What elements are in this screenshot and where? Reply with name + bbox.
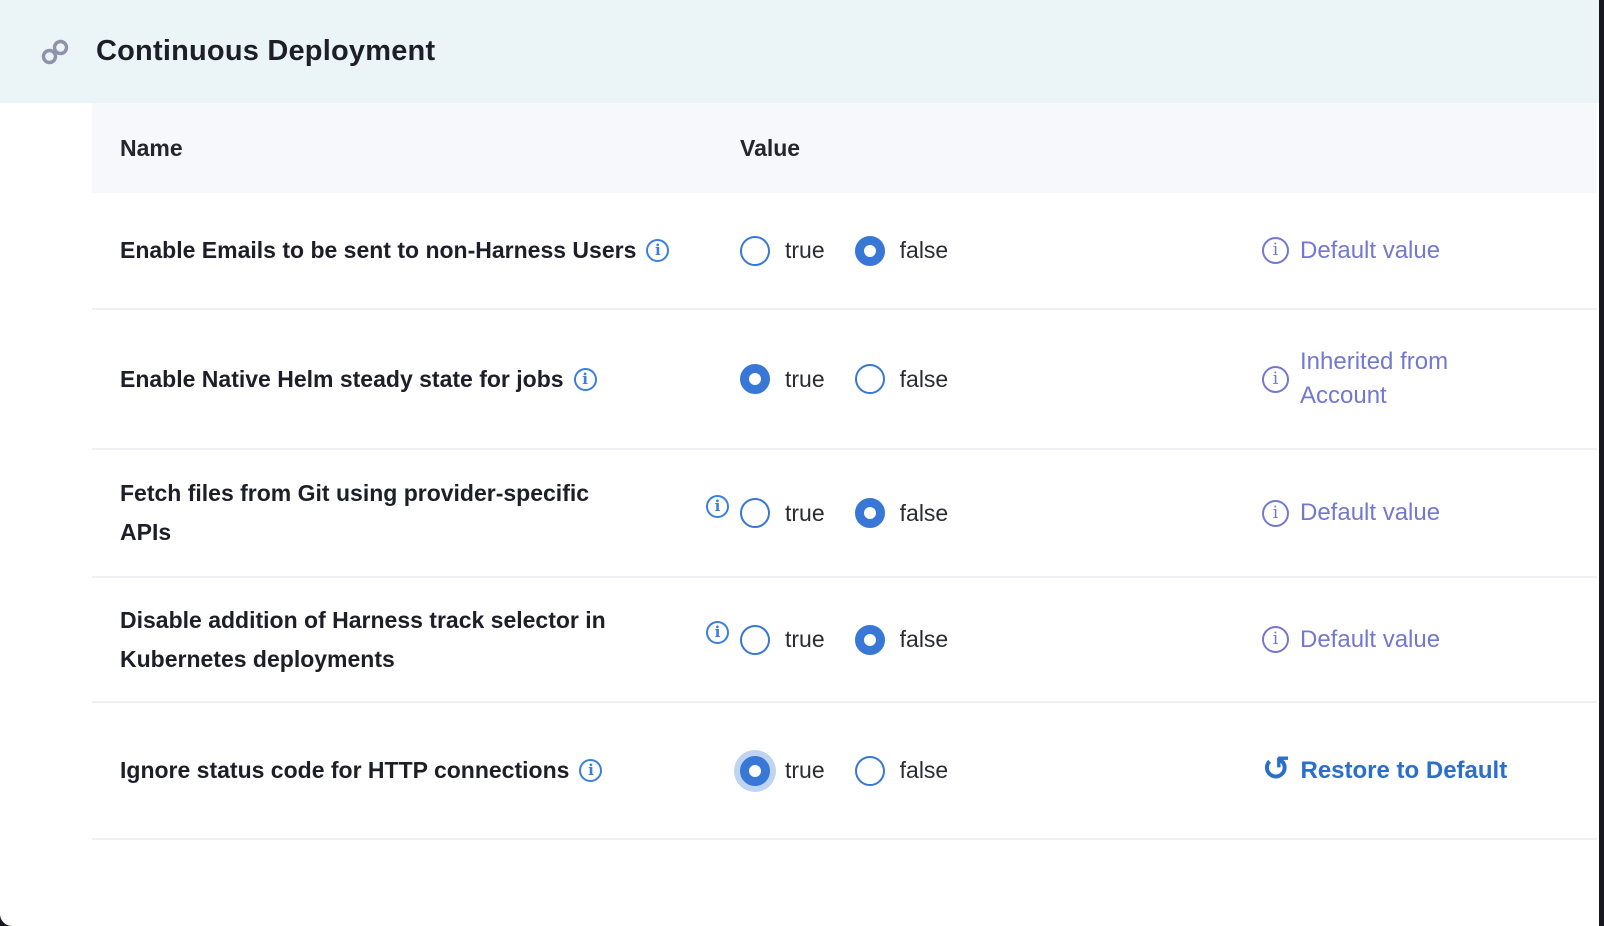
status-badge: i Inherited from Account	[1262, 345, 1495, 413]
radio-label-false: false	[900, 500, 949, 527]
screen: Continuous Deployment Name Value Enable …	[0, 0, 1604, 926]
status-label: Default value	[1300, 496, 1440, 530]
radio-true-selected[interactable]	[740, 364, 770, 394]
info-icon[interactable]: i	[574, 368, 597, 391]
setting-name-cell: Enable Native Helm steady state for jobs…	[120, 360, 698, 399]
setting-status-cell: i Default value	[1168, 496, 1597, 530]
radio-label-true: true	[785, 366, 825, 393]
radio-label-false: false	[900, 237, 949, 264]
radio-true[interactable]	[740, 625, 770, 655]
info-icon[interactable]: i	[706, 621, 729, 644]
setting-value-cell: i true false	[698, 498, 1168, 528]
status-label: Default value	[1300, 234, 1440, 268]
info-icon[interactable]: i	[1262, 626, 1289, 653]
column-header-value-cell: Value	[698, 135, 1168, 162]
radio-label-true: true	[785, 237, 825, 264]
settings-table: Name Value Enable Emails to be sent to n…	[92, 103, 1597, 840]
setting-value-cell: true false	[698, 236, 1168, 266]
radio-label-false: false	[900, 757, 949, 784]
radio-label-true: true	[785, 757, 825, 784]
info-icon[interactable]: i	[646, 239, 669, 262]
setting-name-cell: Fetch files from Git using provider-spec…	[120, 474, 698, 552]
radio-label-false: false	[900, 366, 949, 393]
radio-true[interactable]	[740, 498, 770, 528]
info-icon[interactable]: i	[706, 495, 729, 518]
setting-row: Enable Native Helm steady state for jobs…	[92, 310, 1597, 450]
status-badge: i Default value	[1262, 496, 1440, 530]
setting-name-cell: Enable Emails to be sent to non-Harness …	[120, 231, 698, 270]
radio-group: true false	[740, 236, 948, 266]
status-badge: i Default value	[1262, 234, 1440, 268]
radio-group: true false	[740, 364, 948, 394]
info-icon[interactable]: i	[579, 759, 602, 782]
status-label: Inherited from Account	[1300, 345, 1495, 413]
radio-true-selected[interactable]	[740, 756, 770, 786]
radio-false[interactable]	[855, 364, 885, 394]
setting-row: Disable addition of Harness track select…	[92, 578, 1597, 703]
radio-option-true[interactable]: true	[740, 625, 825, 655]
radio-false[interactable]	[855, 756, 885, 786]
status-label: Default value	[1300, 623, 1440, 657]
radio-false-selected[interactable]	[855, 625, 885, 655]
section-header: Continuous Deployment	[0, 0, 1599, 103]
link-icon[interactable]	[40, 37, 70, 67]
setting-value-cell: true false	[698, 364, 1168, 394]
radio-option-false[interactable]: false	[855, 625, 949, 655]
setting-name: Disable addition of Harness track select…	[120, 601, 606, 679]
status-badge: i Default value	[1262, 623, 1440, 657]
settings-panel: Continuous Deployment Name Value Enable …	[0, 0, 1599, 926]
settings-rows: Enable Emails to be sent to non-Harness …	[92, 193, 1597, 840]
setting-name-cell: Disable addition of Harness track select…	[120, 601, 698, 679]
radio-option-true[interactable]: true	[740, 756, 825, 786]
setting-name: Enable Emails to be sent to non-Harness …	[120, 231, 636, 270]
page-title: Continuous Deployment	[96, 35, 435, 68]
radio-option-false[interactable]: false	[855, 498, 949, 528]
radio-option-true[interactable]: true	[740, 236, 825, 266]
radio-label-false: false	[900, 626, 949, 653]
setting-name: Ignore status code for HTTP connections	[120, 751, 569, 790]
setting-status-cell: i Default value	[1168, 623, 1597, 657]
table-header-row: Name Value	[92, 103, 1597, 193]
radio-option-false[interactable]: false	[855, 756, 949, 786]
setting-status-cell: ↺ Restore to Default	[1168, 757, 1597, 785]
radio-true[interactable]	[740, 236, 770, 266]
column-header-value: Value	[740, 135, 800, 162]
setting-name: Fetch files from Git using provider-spec…	[120, 474, 589, 552]
setting-row: Ignore status code for HTTP connections …	[92, 703, 1597, 840]
radio-group: true false	[740, 756, 948, 786]
setting-status-cell: i Default value	[1168, 234, 1597, 268]
column-header-name: Name	[120, 135, 698, 162]
radio-label-true: true	[785, 626, 825, 653]
setting-status-cell: i Inherited from Account	[1168, 345, 1597, 413]
setting-value-cell: i true false	[698, 625, 1168, 655]
setting-row: Enable Emails to be sent to non-Harness …	[92, 193, 1597, 310]
radio-false-selected[interactable]	[855, 498, 885, 528]
setting-name: Enable Native Helm steady state for jobs	[120, 360, 564, 399]
radio-label-true: true	[785, 500, 825, 527]
radio-group: true false	[740, 498, 948, 528]
radio-option-false[interactable]: false	[855, 364, 949, 394]
value-lead-slot: i	[706, 635, 740, 644]
radio-option-false[interactable]: false	[855, 236, 949, 266]
radio-option-true[interactable]: true	[740, 498, 825, 528]
info-icon[interactable]: i	[1262, 237, 1289, 264]
radio-option-true[interactable]: true	[740, 364, 825, 394]
setting-name-cell: Ignore status code for HTTP connections …	[120, 751, 698, 790]
radio-group: true false	[740, 625, 948, 655]
radio-false-selected[interactable]	[855, 236, 885, 266]
info-icon[interactable]: i	[1262, 500, 1289, 527]
restore-icon: ↺	[1262, 754, 1291, 784]
info-icon[interactable]: i	[1262, 366, 1289, 393]
setting-value-cell: true false	[698, 756, 1168, 786]
restore-to-default-button[interactable]: ↺ Restore to Default	[1262, 757, 1507, 785]
restore-to-default-label: Restore to Default	[1301, 757, 1508, 785]
value-lead-slot: i	[706, 509, 740, 518]
setting-row: Fetch files from Git using provider-spec…	[92, 450, 1597, 578]
